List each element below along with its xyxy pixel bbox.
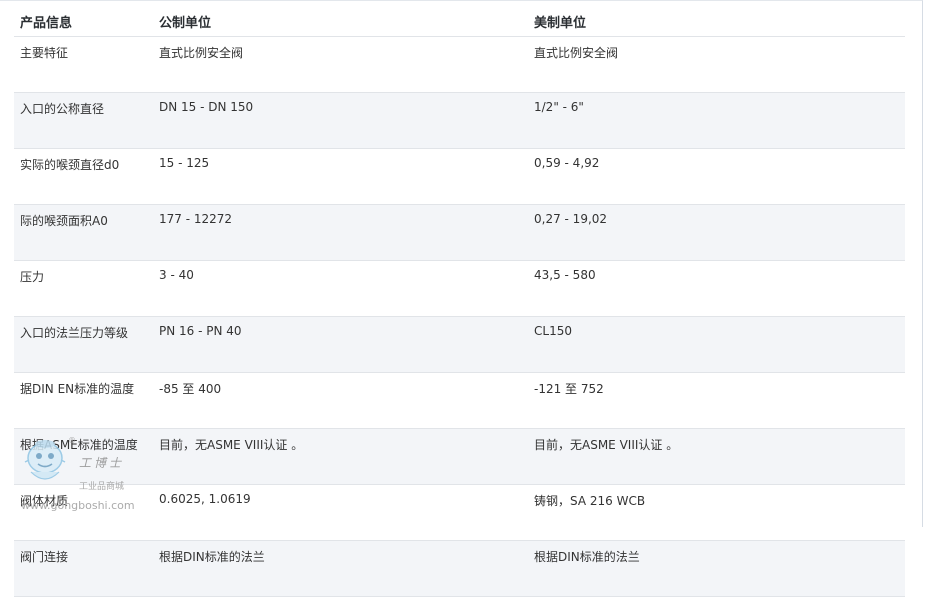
metric-value: 3 - 40: [153, 260, 528, 317]
row-label: 阀体材质: [14, 484, 153, 541]
table-header-row: 产品信息 公制单位 美制单位: [14, 6, 905, 37]
table-row: 据DIN EN标准的温度 -85 至 400 -121 至 752: [14, 372, 905, 429]
imperial-value: 0,27 - 19,02: [528, 204, 905, 261]
metric-value: PN 16 - PN 40: [153, 316, 528, 373]
table-row: 入口的公称直径 DN 15 - DN 150 1/2" - 6": [14, 92, 905, 149]
row-label: 阀门连接: [14, 540, 153, 597]
header-metric-units: 公制单位: [153, 6, 528, 37]
metric-value: 177 - 12272: [153, 204, 528, 261]
content-frame: 产品信息 公制单位 美制单位 主要特征 直式比例安全阀 直式比例安全阀 入口的公…: [0, 0, 923, 597]
table-row: 实际的喉颈直径d0 15 - 125 0,59 - 4,92: [14, 148, 905, 205]
metric-value: DN 15 - DN 150: [153, 92, 528, 149]
table-row: 阀门连接 根据DIN标准的法兰 根据DIN标准的法兰: [14, 540, 905, 597]
imperial-value: 直式比例安全阀: [528, 36, 905, 93]
table-row: 入口的法兰压力等级 PN 16 - PN 40 CL150: [14, 316, 905, 373]
imperial-value: 根据DIN标准的法兰: [528, 540, 905, 597]
imperial-value: 铸钢，SA 216 WCB: [528, 484, 905, 541]
imperial-value: 0,59 - 4,92: [528, 148, 905, 205]
table-row: 根据ASME标准的温度 目前，无ASME VIII认证 。 目前，无ASME V…: [14, 428, 905, 485]
table-row: 压力 3 - 40 43,5 - 580: [14, 260, 905, 317]
metric-value: 直式比例安全阀: [153, 36, 528, 93]
metric-value: 15 - 125: [153, 148, 528, 205]
imperial-value: 目前，无ASME VIII认证 。: [528, 428, 905, 485]
row-label: 入口的公称直径: [14, 92, 153, 149]
imperial-value: CL150: [528, 316, 905, 373]
metric-value: 目前，无ASME VIII认证 。: [153, 428, 528, 485]
table-row: 际的喉颈面积A0 177 - 12272 0,27 - 19,02: [14, 204, 905, 261]
imperial-value: -121 至 752: [528, 372, 905, 429]
metric-value: 0.6025, 1.0619: [153, 484, 528, 541]
metric-value: -85 至 400: [153, 372, 528, 429]
table-row: 阀体材质 0.6025, 1.0619 铸钢，SA 216 WCB: [14, 484, 905, 541]
row-label: 压力: [14, 260, 153, 317]
row-label: 根据ASME标准的温度: [14, 428, 153, 485]
product-spec-table: 产品信息 公制单位 美制单位 主要特征 直式比例安全阀 直式比例安全阀 入口的公…: [14, 6, 905, 597]
row-label: 实际的喉颈直径d0: [14, 148, 153, 205]
row-label: 主要特征: [14, 36, 153, 93]
row-label: 据DIN EN标准的温度: [14, 372, 153, 429]
imperial-value: 1/2" - 6": [528, 92, 905, 149]
header-product-info: 产品信息: [14, 6, 153, 37]
table-row: 主要特征 直式比例安全阀 直式比例安全阀: [14, 36, 905, 93]
metric-value: 根据DIN标准的法兰: [153, 540, 528, 597]
header-us-units: 美制单位: [528, 6, 905, 37]
row-label: 际的喉颈面积A0: [14, 204, 153, 261]
row-label: 入口的法兰压力等级: [14, 316, 153, 373]
imperial-value: 43,5 - 580: [528, 260, 905, 317]
